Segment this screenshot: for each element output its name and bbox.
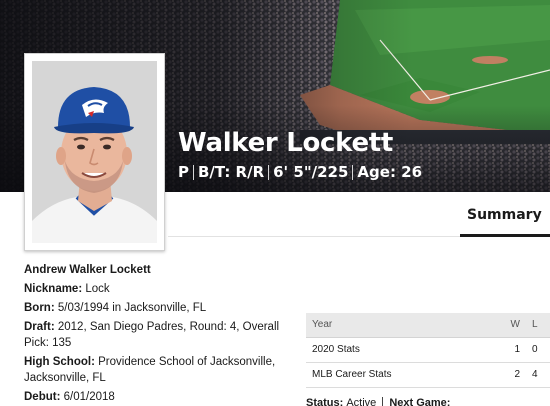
row-label: MLB Career Stats <box>306 362 490 388</box>
player-bio-line: P B/T: R/R 6' 5"/225 Age: 26 <box>178 163 422 181</box>
player-name: Walker Lockett <box>178 128 394 158</box>
table-row: 2020 Stats 1 0 <box>306 337 550 363</box>
draft-value: 2012, San Diego Padres, Round: 4, Overal… <box>24 321 280 349</box>
status-line: Status: Active Next Game: <box>306 397 450 406</box>
header-wins: W <box>490 313 526 338</box>
next-game-label: Next Game: <box>389 397 451 406</box>
row-wins: 2 <box>490 362 526 388</box>
debut-value: 6/01/2018 <box>63 391 115 403</box>
divider <box>382 397 384 406</box>
status-value: Active <box>346 397 377 406</box>
born-row: Born: 5/03/1994 in Jacksonville, FL <box>24 300 286 316</box>
row-label: 2020 Stats <box>306 337 490 363</box>
divider <box>352 164 354 180</box>
born-value: 5/03/1994 in Jacksonville, FL <box>57 302 207 314</box>
debut-label: Debut: <box>24 391 61 403</box>
debut-row: Debut: 6/01/2018 <box>24 389 286 405</box>
row-losses: 4 <box>526 362 550 388</box>
header-losses: L <box>526 313 550 338</box>
high-school-row: High School: Providence School of Jackso… <box>24 354 286 386</box>
headshot-image <box>32 61 157 243</box>
table-row: MLB Career Stats 2 4 <box>306 362 550 388</box>
player-headshot <box>24 53 165 251</box>
draft-label: Draft: <box>24 321 55 333</box>
player-age: Age: 26 <box>357 163 423 181</box>
stats-header-row: Year W L <box>306 313 550 338</box>
player-position: P <box>178 163 189 181</box>
divider <box>193 164 194 180</box>
player-details: Andrew Walker Lockett Nickname: Lock Bor… <box>24 262 286 406</box>
status-label: Status: <box>306 397 344 406</box>
stats-table: Year W L 2020 Stats 1 0 MLB Career Stats… <box>306 313 550 388</box>
nickname-label: Nickname: <box>24 283 83 295</box>
divider <box>268 164 270 180</box>
high-school-label: High School: <box>24 356 95 368</box>
header-year: Year <box>306 313 490 338</box>
nickname-row: Nickname: Lock <box>24 281 286 297</box>
born-label: Born: <box>24 302 55 314</box>
player-height-weight: 6' 5"/225 <box>273 163 349 181</box>
player-bats-throws: B/T: R/R <box>198 163 265 181</box>
nickname-value: Lock <box>85 283 110 295</box>
tab-summary[interactable]: Summary <box>460 205 550 237</box>
full-name: Andrew Walker Lockett <box>24 264 151 276</box>
row-losses: 0 <box>526 337 550 363</box>
row-wins: 1 <box>490 337 526 363</box>
draft-row: Draft: 2012, San Diego Padres, Round: 4,… <box>24 319 286 351</box>
